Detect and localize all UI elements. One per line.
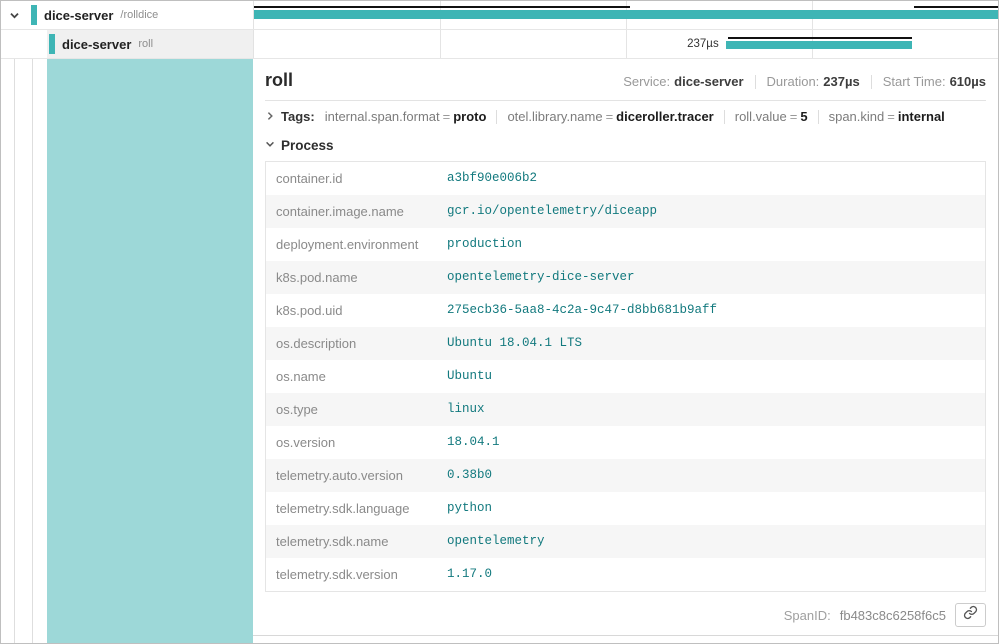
critical-path-segment <box>914 6 998 8</box>
table-row: os.nameUbuntu <box>266 360 985 393</box>
process-value: a3bf90e006b2 <box>437 162 985 195</box>
span-bar[interactable] <box>254 10 998 19</box>
table-row: telemetry.sdk.nameopentelemetry <box>266 525 985 558</box>
process-key: k8s.pod.uid <box>266 294 437 327</box>
table-row: k8s.pod.uid275ecb36-5aa8-4c2a-9c47-d8bb6… <box>266 294 985 327</box>
process-accordion-toggle[interactable]: Process <box>253 131 998 158</box>
divider <box>871 75 872 89</box>
tags-accordion-toggle[interactable]: Tags: internal.span.format=proto otel.li… <box>253 101 998 131</box>
process-value: opentelemetry <box>437 525 985 558</box>
divider <box>818 110 819 124</box>
process-kv-table: container.ida3bf90e006b2 container.image… <box>265 161 986 592</box>
process-key: os.version <box>266 426 437 459</box>
span-color-indicator <box>31 5 37 25</box>
table-row: os.descriptionUbuntu 18.04.1 LTS <box>266 327 985 360</box>
span-title: roll <box>265 70 293 91</box>
process-value: production <box>437 228 985 261</box>
span-name-cell[interactable]: dice-server /rolldice <box>1 1 253 29</box>
span-detail-card: roll Service:dice-server Duration:237µs … <box>253 59 998 636</box>
process-label: Process <box>281 138 334 153</box>
detail-footer: SpanID: fb483c8c6258f6c5 <box>253 600 998 635</box>
chevron-right-icon <box>265 109 275 124</box>
process-key: container.image.name <box>266 195 437 228</box>
table-row: telemetry.sdk.version1.17.0 <box>266 558 985 591</box>
process-value: Ubuntu 18.04.1 LTS <box>437 327 985 360</box>
operation-name: roll <box>138 38 153 50</box>
selected-span-indent-fill[interactable] <box>47 59 253 643</box>
process-key: k8s.pod.name <box>266 261 437 294</box>
span-name-cell[interactable]: dice-server roll <box>1 30 253 58</box>
process-key: container.id <box>266 162 437 195</box>
timeline-gridline <box>626 30 627 58</box>
process-value: 1.17.0 <box>437 558 985 591</box>
tag-item: span.kind=internal <box>829 109 945 124</box>
span-row-root[interactable]: dice-server /rolldice <box>1 1 998 30</box>
process-key: telemetry.sdk.name <box>266 525 437 558</box>
process-key: os.name <box>266 360 437 393</box>
span-detail-row: roll Service:dice-server Duration:237µs … <box>1 59 998 643</box>
span-stats: Service:dice-server Duration:237µs Start… <box>623 74 986 89</box>
chevron-down-icon[interactable] <box>7 10 21 21</box>
tag-item: internal.span.format=proto <box>325 109 487 124</box>
divider <box>755 75 756 89</box>
span-duration-label: 237µs <box>687 38 719 50</box>
process-value: 275ecb36-5aa8-4c2a-9c47-d8bb681b9aff <box>437 294 985 327</box>
span-row-selected[interactable]: dice-server roll 237µs <box>1 30 998 59</box>
table-row: container.image.namegcr.io/opentelemetry… <box>266 195 985 228</box>
divider <box>724 110 725 124</box>
process-key: telemetry.sdk.version <box>266 558 437 591</box>
divider <box>496 110 497 124</box>
span-bar[interactable] <box>726 41 913 49</box>
stat-service: Service:dice-server <box>623 74 743 89</box>
tree-guide-line <box>32 59 33 643</box>
process-value: gcr.io/opentelemetry/diceapp <box>437 195 985 228</box>
span-detail-panel: roll Service:dice-server Duration:237µs … <box>253 59 998 643</box>
tag-item: otel.library.name=diceroller.tracer <box>507 109 713 124</box>
critical-path-segment <box>728 37 913 39</box>
span-color-indicator <box>49 34 55 54</box>
tree-gutter <box>1 59 47 643</box>
link-icon <box>963 605 978 625</box>
process-key: telemetry.auto.version <box>266 459 437 492</box>
process-value: 0.38b0 <box>437 459 985 492</box>
chevron-down-icon <box>265 136 275 154</box>
tree-guide-line <box>14 59 15 643</box>
tree-indent <box>1 30 47 58</box>
selected-span-name[interactable]: dice-server roll <box>47 30 253 58</box>
table-row: os.typelinux <box>266 393 985 426</box>
operation-name: /rolldice <box>120 9 158 21</box>
stat-duration: Duration:237µs <box>767 74 860 89</box>
spanid-label: SpanID: <box>784 608 831 623</box>
stat-start-time: Start Time:610µs <box>883 74 986 89</box>
detail-header: roll Service:dice-server Duration:237µs … <box>253 59 998 97</box>
table-row: os.version18.04.1 <box>266 426 985 459</box>
table-row: telemetry.sdk.languagepython <box>266 492 985 525</box>
span-timeline-cell <box>253 1 998 29</box>
process-value: opentelemetry-dice-server <box>437 261 985 294</box>
trace-timeline-view: dice-server /rolldice dice-server roll <box>0 0 999 644</box>
table-row: container.ida3bf90e006b2 <box>266 162 985 195</box>
tags-label: Tags: <box>281 109 315 124</box>
process-key: deployment.environment <box>266 228 437 261</box>
service-name: dice-server <box>62 37 131 52</box>
tag-item: roll.value=5 <box>735 109 808 124</box>
process-value: python <box>437 492 985 525</box>
table-row: telemetry.auto.version0.38b0 <box>266 459 985 492</box>
process-key: telemetry.sdk.language <box>266 492 437 525</box>
process-key: os.description <box>266 327 437 360</box>
table-row: k8s.pod.nameopentelemetry-dice-server <box>266 261 985 294</box>
span-timeline-cell: 237µs <box>253 30 998 58</box>
critical-path-segment <box>254 6 630 8</box>
timeline-gridline <box>440 30 441 58</box>
process-value: Ubuntu <box>437 360 985 393</box>
process-key: os.type <box>266 393 437 426</box>
service-name: dice-server <box>44 8 113 23</box>
deep-link-button[interactable] <box>955 603 986 627</box>
span-rows: dice-server /rolldice dice-server roll <box>1 1 998 59</box>
spanid-value: fb483c8c6258f6c5 <box>840 608 946 623</box>
table-row: deployment.environmentproduction <box>266 228 985 261</box>
process-value: 18.04.1 <box>437 426 985 459</box>
process-value: linux <box>437 393 985 426</box>
